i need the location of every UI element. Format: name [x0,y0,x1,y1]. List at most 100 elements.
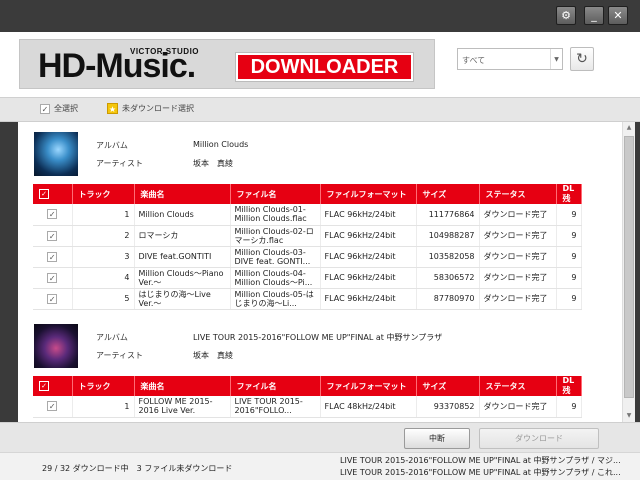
star-icon: ★ [107,103,118,114]
header-checkbox[interactable]: ✓ [33,184,73,204]
table-row[interactable]: ✓ 2 ロマーシカ Million Clouds-02-ロマーシカ.flac F… [33,225,582,247]
table-header: ✓ トラック 楽曲名 ファイル名 ファイルフォーマット サイズ ステータス DL… [33,184,582,204]
table-row[interactable]: ✓ 5 はじまりの海～Live Ver.～ Million Clouds-05-… [33,288,582,310]
track-file: Million Clouds-04-Million Clouds～Pi... [230,267,321,289]
col-title: 楽曲名 [134,184,231,204]
gear-icon: ⚙ [561,9,571,22]
album-cover [34,324,78,368]
track-format: FLAC 96kHz/24bit [320,225,417,247]
col-format: ファイルフォーマット [320,184,417,204]
track-status: ダウンロード完了 [479,225,557,247]
download-log: LIVE TOUR 2015-2016"FOLLOW ME UP"FINAL a… [340,455,636,479]
track-status: ダウンロード完了 [479,246,557,268]
table-header: ✓ トラック 楽曲名 ファイル名 ファイルフォーマット サイズ ステータス DL… [33,376,582,396]
track-no: 2 [72,225,135,247]
col-dl: DL残 [556,184,582,204]
row-checkbox[interactable]: ✓ [33,246,73,268]
album-label: アルバム [96,333,128,342]
row-checkbox[interactable]: ✓ [33,204,73,226]
header-checkbox[interactable]: ✓ [33,376,73,396]
col-size: サイズ [416,184,480,204]
filter-dropdown[interactable]: すべて ▼ [457,48,563,70]
track-dl-remaining: 9 [556,204,582,226]
artist-label: アーティスト [96,351,144,360]
selection-toolbar: ✓ 全選択 ★ 未ダウンロード選択 [0,98,640,122]
track-status: ダウンロード完了 [479,267,557,289]
track-format: FLAC 96kHz/24bit [320,267,417,289]
track-no: 1 [72,396,135,418]
select-undownloaded-label: 未ダウンロード選択 [122,104,194,113]
row-checkbox[interactable]: ✓ [33,396,73,418]
album-cover [34,132,78,176]
col-file: ファイル名 [230,184,321,204]
track-title: Million Clouds～Piano Ver.～ [134,267,231,289]
col-size: サイズ [416,376,480,396]
track-title: Million Clouds [134,204,231,226]
refresh-button[interactable]: ↻ [570,47,594,71]
track-table: ✓ トラック 楽曲名 ファイル名 ファイルフォーマット サイズ ステータス DL… [33,376,582,418]
track-dl-remaining: 9 [556,246,582,268]
table-row[interactable]: ✓ 3 DIVE feat.GONTITI Million Clouds-03-… [33,246,582,268]
scroll-up-icon[interactable]: ▲ [623,122,635,134]
track-file: Million Clouds-01-Million Clouds.flac [230,204,321,226]
col-format: ファイルフォーマット [320,376,417,396]
checkbox-icon: ✓ [40,103,50,114]
col-file: ファイル名 [230,376,321,396]
minimize-icon: _ [591,9,597,22]
track-no: 4 [72,267,135,289]
track-no: 3 [72,246,135,268]
row-checkbox[interactable]: ✓ [33,225,73,247]
track-no: 1 [72,204,135,226]
select-all-button[interactable]: ✓ 全選択 [40,103,78,114]
track-status: ダウンロード完了 [479,396,557,418]
col-dl: DL残 [556,376,582,396]
col-title: 楽曲名 [134,376,231,396]
track-file: Million Clouds-03-DIVE feat. GONTI... [230,246,321,268]
table-row[interactable]: ✓ 4 Million Clouds～Piano Ver.～ Million C… [33,267,582,289]
col-track: トラック [72,376,135,396]
action-bar: 中断 ダウンロード [0,422,640,452]
close-button[interactable]: ✕ [608,6,628,25]
logo-text: HD-Music. [38,47,196,85]
track-format: FLAC 96kHz/24bit [320,246,417,268]
track-title: はじまりの海～Live Ver.～ [134,288,231,310]
track-dl-remaining: 9 [556,288,582,310]
settings-button[interactable]: ⚙ [556,6,576,25]
select-all-label: 全選択 [54,104,78,113]
track-size: 111776864 [416,204,480,226]
status-bar: 29 / 32 ダウンロード中 3 ファイル未ダウンロード LIVE TOUR … [0,452,640,480]
scrollbar-thumb[interactable] [624,136,634,398]
select-undownloaded-button[interactable]: ★ 未ダウンロード選択 [107,103,194,114]
track-format: FLAC 96kHz/24bit [320,288,417,310]
col-status: ステータス [479,376,557,396]
track-size: 103582058 [416,246,480,268]
album-list[interactable]: アルバム Million Clouds アーティスト 坂本 真綾 ✓ トラック … [18,122,622,422]
album-label: アルバム [96,141,128,150]
scroll-down-icon[interactable]: ▼ [623,410,635,422]
stop-button[interactable]: 中断 [404,428,470,449]
filter-value: すべて [462,56,486,65]
table-row[interactable]: ✓ 1 FOLLOW ME 2015-2016 Live Ver. LIVE T… [33,396,582,418]
col-track: トラック [72,184,135,204]
log-line: LIVE TOUR 2015-2016"FOLLOW ME UP"FINAL a… [340,456,621,465]
table-row[interactable]: ✓ 1 Million Clouds Million Clouds-01-Mil… [33,204,582,226]
refresh-icon: ↻ [576,51,588,67]
logo-badge: DOWNLOADER [235,52,414,82]
track-format: FLAC 48kHz/24bit [320,396,417,418]
close-icon: ✕ [613,9,623,22]
track-dl-remaining: 9 [556,225,582,247]
vertical-scrollbar[interactable]: ▲ ▼ [622,122,635,422]
track-status: ダウンロード完了 [479,288,557,310]
track-size: 104988287 [416,225,480,247]
row-checkbox[interactable]: ✓ [33,267,73,289]
minimize-button[interactable]: _ [584,6,604,25]
track-status: ダウンロード完了 [479,204,557,226]
track-format: FLAC 96kHz/24bit [320,204,417,226]
track-file: Million Clouds-05-はじまりの海～Li... [230,288,321,310]
artist-label: アーティスト [96,159,144,168]
track-size: 58306572 [416,267,480,289]
artist-name: 坂本 真綾 [193,351,233,360]
row-checkbox[interactable]: ✓ [33,288,73,310]
download-button[interactable]: ダウンロード [479,428,599,449]
col-status: ステータス [479,184,557,204]
